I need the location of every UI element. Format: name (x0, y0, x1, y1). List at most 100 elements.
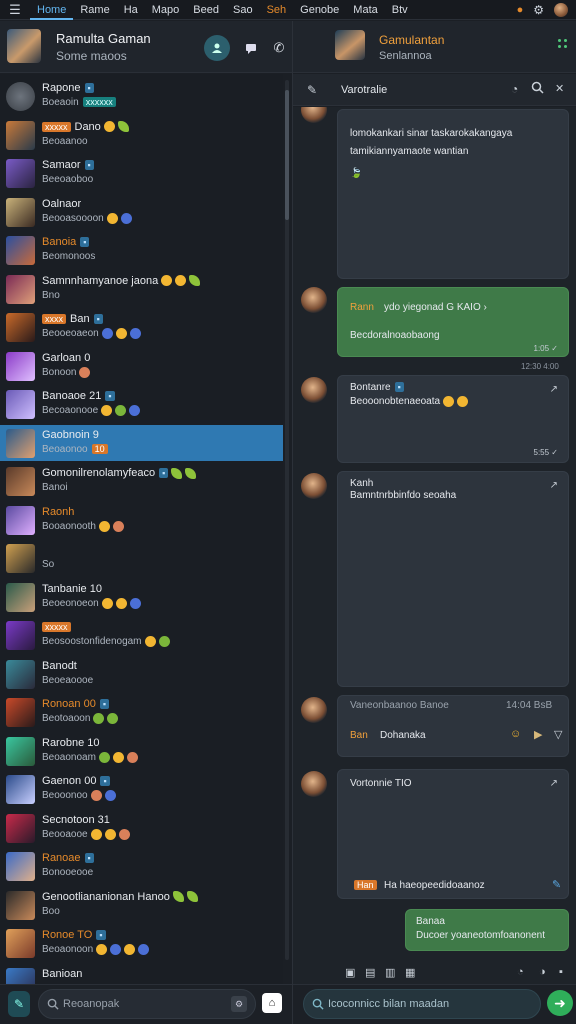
message-bubble[interactable]: Vaneonbaanoo Banoe 14:04 BsB Ban Dohanak… (337, 695, 569, 757)
timer-icon[interactable]: ◔ (517, 966, 524, 978)
scrollbar-thumb[interactable] (285, 90, 289, 220)
chat-list-item[interactable]: Samnnhamyanoe jaona Bno (0, 271, 283, 307)
chat-list-item[interactable]: Gaenon 00 ▪ Beooonoo (0, 771, 283, 807)
chat-list-item[interactable]: Samaor ▪ Beeoaoboo (0, 155, 283, 191)
chat-name-text: Ban (70, 313, 90, 325)
contact-avatar[interactable] (335, 30, 365, 60)
chat-list-item[interactable]: Ronoan 00 ▪ Beotoaoon (0, 694, 283, 730)
hamburger-menu-icon[interactable]: ☰ (0, 2, 30, 18)
chat-list-item[interactable]: BanioanBeosoonoe (0, 964, 283, 984)
user-avatar[interactable] (554, 2, 568, 17)
profile-name: Ramulta Gaman (56, 31, 151, 46)
gif-icon[interactable]: ◑ (539, 966, 546, 978)
emoji-icon (98, 520, 110, 532)
grid-menu-icon[interactable] (558, 39, 568, 49)
message-avatar[interactable] (301, 697, 327, 723)
chat-avatar (6, 120, 35, 150)
filter-icon[interactable]: ⚙ (231, 996, 247, 1012)
chat-search-field[interactable]: Reoanopak ⚙ (38, 989, 256, 1019)
message-bubble[interactable]: Bontanre ▪ Beooonobtenaeoata ↗ 5:55 ✓ (337, 375, 569, 463)
composer: Icoconnicc bilan maadan ➜ (293, 984, 576, 1024)
chat-list-item[interactable]: Raonh Booaonooth (0, 502, 283, 538)
chat-list-item[interactable]: Ronoe TO ▪ Beoaonoon (0, 925, 283, 961)
compose-icon[interactable]: ✎ (8, 991, 30, 1017)
image-icon[interactable]: ▣ (345, 966, 355, 979)
file-icon[interactable]: ▤ (365, 966, 375, 979)
message-avatar[interactable] (301, 473, 327, 499)
profile-avatar[interactable] (7, 29, 41, 63)
chat-avatar (6, 775, 35, 804)
history-icon[interactable]: ◔ (511, 82, 518, 96)
chat-list-item[interactable]: Oalnaor Beooasoooon (0, 194, 283, 230)
expand-icon[interactable]: ↗ (550, 480, 558, 491)
close-icon[interactable]: ✕ (555, 82, 564, 95)
chat-list-scrollbar[interactable] (285, 80, 289, 960)
chat-preview: Beoaonoam (42, 751, 138, 763)
emoji-icon[interactable]: ▦ (405, 966, 415, 979)
message-text: Beooonobtenaeoata (350, 396, 469, 407)
menu-item-2[interactable]: Rame (73, 0, 116, 20)
chat-name-text: Rapone (42, 82, 81, 94)
attach-icon[interactable]: ▥ (385, 966, 395, 979)
message-avatar[interactable] (301, 771, 327, 797)
menu-item-home[interactable]: Home (30, 0, 74, 20)
chat-list-item[interactable]: Genootliananionan Hanoo Boo (0, 887, 283, 923)
chat-name: Secnotoon 31 (42, 814, 110, 826)
menu-item-6[interactable]: Sao (226, 0, 260, 20)
chat-list-item[interactable]: Banoia ▪ Beomonoos (0, 232, 283, 268)
message-avatar[interactable] (301, 287, 327, 313)
edit-icon[interactable]: ✎ (552, 878, 561, 891)
chat-list-item[interactable]: Tanbanie 10 Beoeonoeon (0, 579, 283, 615)
chat-list-item[interactable]: Ranoae ▪ Bonooeooe (0, 848, 283, 884)
chat-name: Samaor ▪ (42, 159, 94, 171)
react-icon[interactable]: ☺ (510, 728, 521, 740)
expand-icon[interactable]: ↗ (550, 778, 558, 789)
contacts-icon[interactable] (204, 35, 230, 61)
chat-list[interactable]: Rapone ▪ Boeaoin xxxxxx xxxxx Dano Beoaanoo Sam… (0, 74, 283, 984)
forward-icon[interactable]: ▶ (534, 728, 542, 741)
chat-preview: Beoeonoeon (42, 597, 141, 609)
search-icon[interactable] (531, 81, 544, 99)
pin-icon[interactable]: ✎ (307, 83, 317, 97)
notification-icon[interactable]: ● (517, 4, 524, 16)
call-icon[interactable]: ✆ (266, 35, 292, 61)
message-avatar[interactable] (301, 377, 327, 403)
chat-list-item[interactable]: Secnotoon 31 Beooaooe (0, 810, 283, 846)
chat-list-item[interactable]: xxxxx Dano Beoaanoo (0, 117, 283, 153)
expand-icon[interactable]: ↗ (550, 384, 558, 395)
chat-list-item[interactable]: Garloan 0 Bonoon (0, 348, 283, 384)
more-options-icon[interactable]: ▪ (559, 966, 563, 978)
new-chat-icon[interactable] (238, 35, 264, 61)
message-input[interactable]: Icoconnicc bilan maadan (303, 989, 541, 1019)
menu-item-5[interactable]: Beed (186, 0, 226, 20)
chat-list-item[interactable]: Rarobne 10 Beoaonoam (0, 733, 283, 769)
emoji-icon (117, 121, 129, 133)
message-bubble[interactable]: Vortonnie TIO ↗ Han Ha haeopeedidoaanoz … (337, 769, 569, 899)
message-bubble-outgoing[interactable]: Banaa Ducoer yoaneotomfoanonent (405, 909, 569, 951)
menu-item-4[interactable]: Mapo (145, 0, 187, 20)
chat-list-item[interactable]: Gomonilrenolamyfeaco ▪ Banoi (0, 463, 283, 499)
message-bubble[interactable]: lomokankari sinar taskarokakangaya tamik… (337, 109, 569, 279)
chat-list-item[interactable]: Rapone ▪ Boeaoin xxxxxx (0, 78, 283, 114)
chat-list-item[interactable]: Banoaoe 21 ▪ Becoaonooe (0, 386, 283, 422)
chat-list-item[interactable]: So (0, 540, 283, 576)
home-icon[interactable]: ⌂ (262, 993, 282, 1013)
menu-item-8[interactable]: Genobe (293, 0, 346, 20)
chat-list-item[interactable]: xxxx Ban ▪ Beooeoaeon (0, 309, 283, 345)
settings-icon[interactable]: ⚙ (533, 3, 544, 17)
chat-list-item[interactable]: Gaobnoin 9 Beoaonoo 10 (0, 424, 283, 461)
emoji-icon (115, 328, 127, 339)
chat-list-item[interactable]: xxxxx Beosoostonfidenogam (0, 617, 283, 653)
message-bubble-outgoing[interactable]: Rann ydo yiegonad G KAIO › Becdoralnoaob… (337, 287, 569, 357)
menu-item-9[interactable]: Mata (346, 0, 384, 20)
menu-item-7[interactable]: Seh (260, 0, 294, 20)
menu-item-10[interactable]: Btv (385, 0, 415, 20)
chat-list-item[interactable]: Banodt Beoeaoooe (0, 656, 283, 692)
chat-preview: Beosoostonfidenogam (42, 636, 170, 647)
message-bubble[interactable]: Kanh Bamntnrbbinfdo seoaha ↗ (337, 471, 569, 687)
reply-icon[interactable]: ▽ (554, 728, 562, 741)
menu-item-3[interactable]: Ha (117, 0, 145, 20)
message-area[interactable]: lomokankari sinar taskarokakangaya tamik… (293, 107, 576, 977)
send-icon[interactable]: ➜ (547, 990, 573, 1016)
message-avatar[interactable] (301, 107, 327, 123)
